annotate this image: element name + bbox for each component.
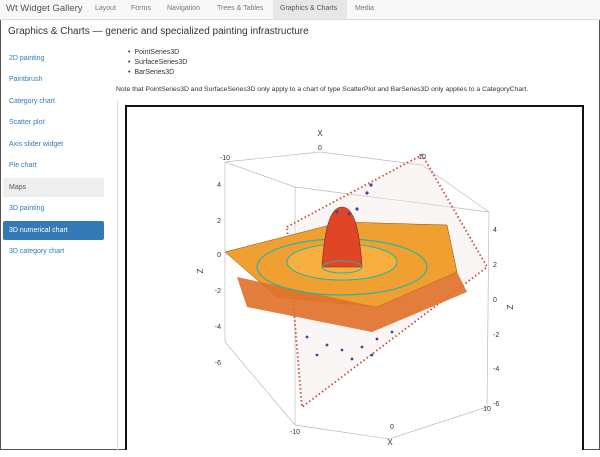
- tick-label: 4: [493, 227, 497, 234]
- axis-label-x-bottom: X: [387, 438, 393, 447]
- tick-label: -4: [215, 324, 221, 331]
- divider: [117, 100, 118, 450]
- axis-label-z-right: Z: [506, 304, 515, 309]
- list-item: BarSeries3D: [128, 68, 187, 78]
- tick-label: 2: [493, 262, 497, 269]
- tick-label: 10: [418, 154, 426, 161]
- tick-label: 0: [390, 424, 394, 431]
- tick-label: 10: [483, 406, 491, 413]
- sidebar-item-axis-slider[interactable]: Axis slider widget: [3, 135, 104, 154]
- sidebar-item-3d-numerical-chart[interactable]: 3D numerical chart: [3, 221, 104, 240]
- tick-label: -6: [493, 401, 499, 408]
- brand[interactable]: Wt Widget Gallery: [6, 3, 83, 14]
- nav-layout[interactable]: Layout: [88, 0, 123, 19]
- nav-media[interactable]: Media: [348, 0, 381, 19]
- tick-label: 0: [493, 297, 497, 304]
- sidebar-item-2d-painting[interactable]: 2D painting: [3, 49, 104, 68]
- series-list: PointSeries3D SurfaceSeries3D BarSeries3…: [128, 48, 187, 78]
- tick-label: -10: [290, 429, 300, 436]
- nav-graphics-charts[interactable]: Graphics & Charts: [273, 0, 347, 19]
- tick-label: 4: [217, 182, 221, 189]
- nav-forms[interactable]: Forms: [124, 0, 158, 19]
- sidebar-item-3d-painting[interactable]: 3D painting: [3, 199, 104, 218]
- tick-label: 2: [217, 218, 221, 225]
- sidebar-item-paintbrush[interactable]: Paintbrush: [3, 70, 104, 89]
- nav-trees-tables[interactable]: Trees & Tables: [210, 0, 270, 19]
- axis-label-z-left: Z: [196, 268, 205, 273]
- chart-3d-svg[interactable]: X Z Z X -10 0 10 4 2 0 -2 -4 -6 4 2 0 -2…: [127, 107, 582, 452]
- sidebar-item-category-chart[interactable]: Category chart: [3, 92, 104, 111]
- tick-label: -2: [215, 288, 221, 295]
- tick-label: 0: [318, 145, 322, 152]
- sidebar-item-3d-category-chart[interactable]: 3D category chart: [3, 242, 104, 261]
- tick-label: -4: [493, 366, 499, 373]
- tick-label: -6: [215, 360, 221, 367]
- nav-navigation[interactable]: Navigation: [160, 0, 207, 19]
- sidebar-item-maps[interactable]: Maps: [3, 178, 104, 197]
- sidebar-item-scatter-plot[interactable]: Scatter plot: [3, 113, 104, 132]
- navbar: Wt Widget Gallery Layout Forms Navigatio…: [0, 0, 600, 20]
- chart-3d-canvas[interactable]: X Z Z X -10 0 10 4 2 0 -2 -4 -6 4 2 0 -2…: [125, 105, 584, 450]
- list-item: SurfaceSeries3D: [128, 58, 187, 68]
- tick-label: -10: [220, 155, 230, 162]
- list-item: PointSeries3D: [128, 48, 187, 58]
- tick-label: 0: [217, 252, 221, 259]
- page-title: Graphics & Charts — generic and speciali…: [8, 26, 309, 37]
- tick-label: -2: [493, 332, 499, 339]
- note-text: Note that PointSeries3D and SurfaceSerie…: [116, 86, 529, 93]
- sidebar-item-pie-chart[interactable]: Pie chart: [3, 156, 104, 175]
- axis-label-x-top: X: [317, 129, 323, 138]
